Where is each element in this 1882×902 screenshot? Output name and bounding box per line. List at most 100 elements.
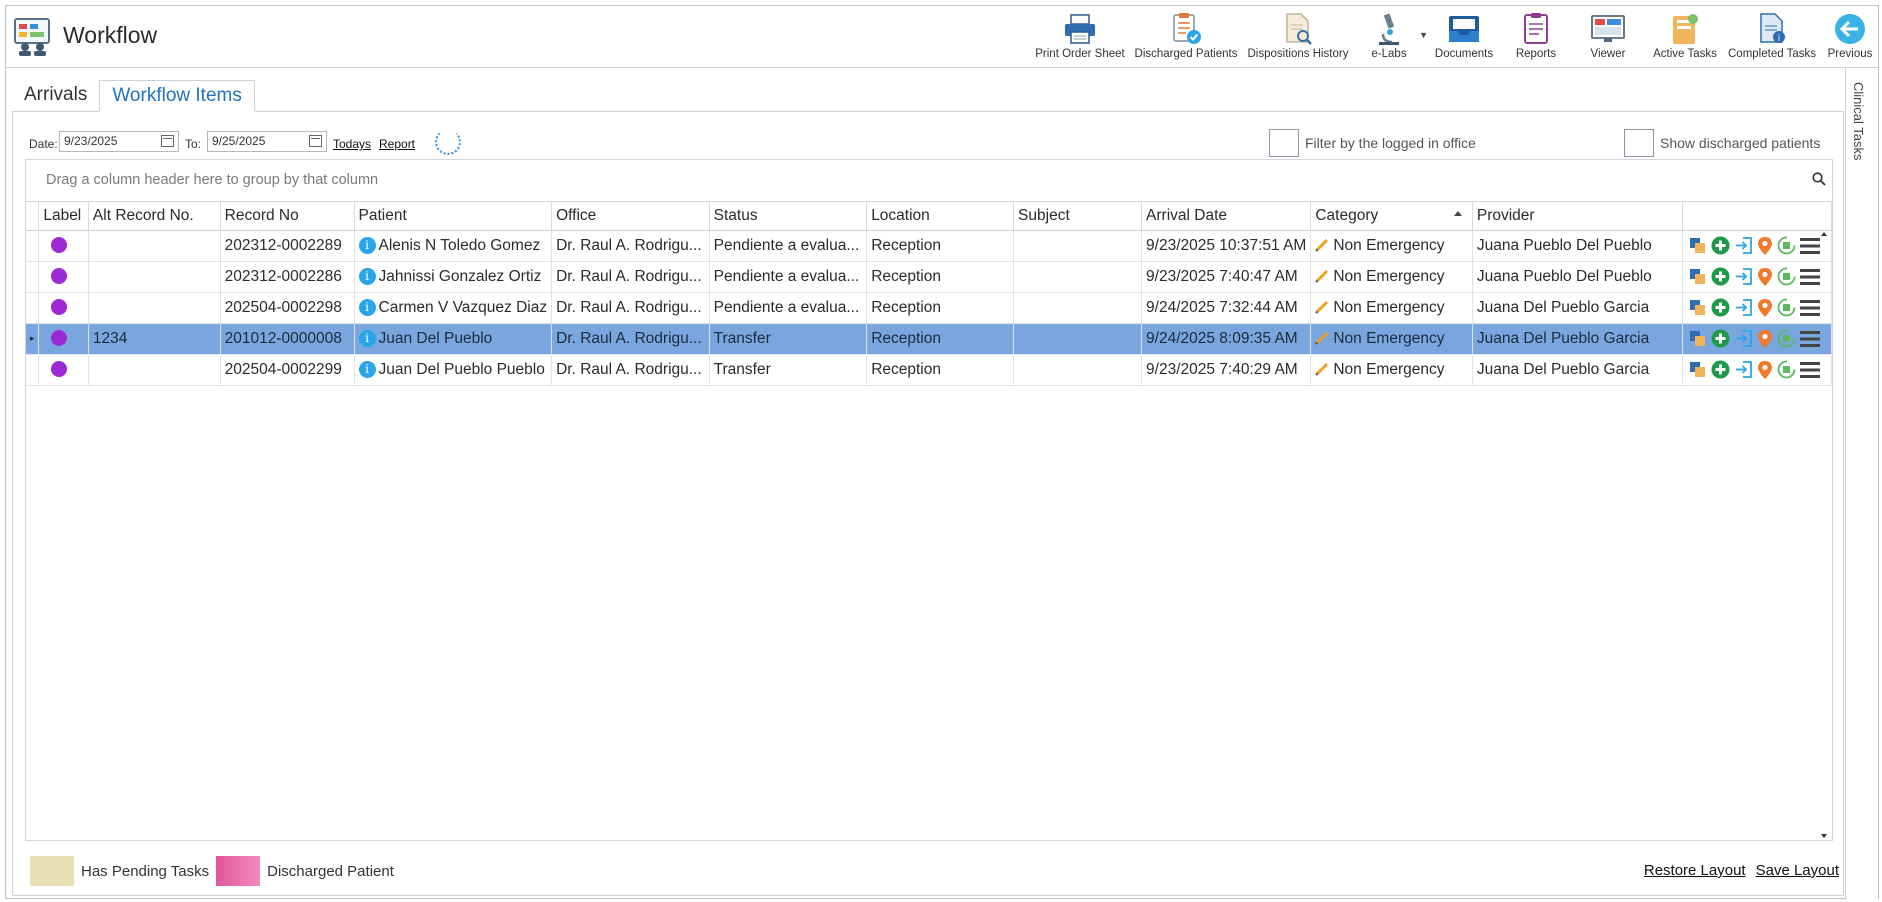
history-refresh-icon[interactable] [1777,267,1796,286]
copy-records-icon[interactable] [1689,237,1707,255]
location-pin-icon[interactable] [1757,360,1773,380]
add-circle-icon[interactable] [1711,236,1730,255]
documents-button[interactable]: Documents [1424,6,1504,68]
report-link[interactable]: Report [379,137,415,151]
previous-button[interactable]: Previous [1822,6,1878,68]
column-header-category[interactable]: Category [1310,202,1473,231]
location-pin-icon[interactable] [1757,329,1773,349]
provider-cell: Juana Pueblo Del Pueblo [1472,230,1683,262]
checkbox-box[interactable] [1624,129,1654,157]
history-refresh-icon[interactable] [1777,236,1796,255]
add-circle-icon[interactable] [1711,267,1730,286]
column-header-patient[interactable]: Patient [354,202,553,231]
active-tasks-button[interactable]: Active Tasks [1648,6,1722,68]
add-circle-icon[interactable] [1711,329,1730,348]
sign-in-icon[interactable] [1734,360,1753,379]
refresh-icon[interactable] [435,129,461,155]
e-labs-button[interactable]: e-Labs ▼ [1354,6,1428,68]
discharged-patients-button[interactable]: Discharged Patients [1130,6,1242,68]
save-layout-link[interactable]: Save Layout [1756,862,1839,879]
search-icon[interactable] [1812,172,1826,186]
reports-button[interactable]: Reports [1504,6,1568,68]
sign-in-icon[interactable] [1734,329,1753,348]
history-refresh-icon[interactable] [1777,329,1796,348]
show-discharged-checkbox[interactable]: Show discharged patients [1624,129,1820,157]
sign-in-icon[interactable] [1734,267,1753,286]
category-cell: Non Emergency [1310,230,1473,262]
viewer-button[interactable]: Viewer [1568,6,1648,68]
patient-name: Juan Del Pueblo [378,329,493,347]
row-indicator-header [26,202,40,231]
scroll-up-arrow-icon[interactable] [1821,232,1827,236]
column-header-status[interactable]: Status [709,202,868,231]
clinical-tasks-side-tab[interactable]: Clinical Tasks [1845,68,1878,900]
calendar-icon[interactable] [309,135,322,147]
table-row[interactable]: 202312-0002286 i Jahnissi Gonzalez Ortiz Dr… [26,261,1832,293]
completed-tasks-button[interactable]: i Completed Tasks [1722,6,1822,68]
todays-link[interactable]: Todays [333,137,371,151]
filter-office-label: Filter by the logged in office [1305,135,1476,151]
sign-in-icon[interactable] [1734,298,1753,317]
history-refresh-icon[interactable] [1777,360,1796,379]
tab-arrivals[interactable]: Arrivals [12,80,99,112]
print-order-sheet-button[interactable]: Print Order Sheet [1030,6,1130,68]
column-header-arrival-date[interactable]: Arrival Date [1141,202,1312,231]
add-circle-icon[interactable] [1711,298,1730,317]
filter-office-checkbox[interactable]: Filter by the logged in office [1269,129,1476,157]
app-window: Workflow Print Order Sheet Discharged Pat… [5,5,1879,900]
patient-info-icon[interactable]: i [358,329,376,347]
dispositions-history-button[interactable]: Dispositions History [1242,6,1354,68]
history-refresh-icon[interactable] [1777,298,1796,317]
restore-layout-link[interactable]: Restore Layout [1644,862,1746,879]
add-circle-icon[interactable] [1711,360,1730,379]
table-row[interactable]: 202504-0002299 i Juan Del Pueblo Pueblo Dr.… [26,354,1832,386]
alt-record-cell [88,230,221,262]
date-from-field[interactable]: 9/23/2025 [59,131,179,152]
location-pin-icon[interactable] [1757,236,1773,256]
copy-records-icon[interactable] [1689,299,1707,317]
vertical-scrollbar[interactable] [1816,230,1832,840]
column-header-record-no[interactable]: Record No [220,202,355,231]
category-cell: Non Emergency [1310,292,1473,324]
table-row[interactable]: 202312-0002289 i Alenis N Toledo Gomez Dr. … [26,230,1832,262]
column-header-provider[interactable]: Provider [1472,202,1683,231]
label-cell [38,354,89,386]
table-row[interactable]: 202504-0002298 i Carmen V Vazquez Diaz Dr. … [26,292,1832,324]
column-header-subject[interactable]: Subject [1013,202,1143,231]
documents-button-label: Documents [1434,48,1494,60]
filter-bar: Date: 9/23/2025 To: 9/25/2025 Todays Rep… [13,112,1843,158]
patient-info-icon[interactable]: i [358,360,376,378]
date-to-field[interactable]: 9/25/2025 [207,131,327,152]
copy-records-icon[interactable] [1689,361,1707,379]
tab-workflow-items[interactable]: Workflow Items [99,80,255,112]
sign-in-icon[interactable] [1734,236,1753,255]
header: Workflow Print Order Sheet Discharged Pat… [6,6,1878,68]
copy-records-icon[interactable] [1689,330,1707,348]
checkbox-box[interactable] [1269,129,1299,157]
tab-strip: Arrivals Workflow Items [12,80,255,112]
column-header-alt-record[interactable]: Alt Record No. [88,202,221,231]
column-header-office[interactable]: Office [551,202,710,231]
sort-ascending-icon [1453,211,1462,216]
previous-button-label: Previous [1827,48,1873,60]
patient-info-icon[interactable]: i [358,298,376,316]
table-row[interactable]: ▸ 1234 201012-0000008 i Juan Del Pueblo Dr. R… [26,323,1832,355]
provider-cell: Juana Del Pueblo Garcia [1472,323,1683,355]
column-header-location[interactable]: Location [866,202,1015,231]
scroll-down-arrow-icon[interactable] [1821,834,1827,838]
discharged-patient-legend-label: Discharged Patient [267,862,394,880]
patient-info-icon[interactable]: i [358,236,376,254]
patient-info-icon[interactable]: i [358,267,376,285]
copy-records-icon[interactable] [1689,268,1707,286]
viewer-button-label: Viewer [1590,48,1626,60]
workflow-logo-icon [14,18,50,56]
group-by-panel[interactable]: Drag a column header here to group by th… [25,159,1833,201]
group-by-hint: Drag a column header here to group by th… [46,172,379,188]
provider-cell: Juana Del Pueblo Garcia [1472,354,1683,386]
location-pin-icon[interactable] [1757,267,1773,287]
location-pin-icon[interactable] [1757,298,1773,318]
label-dot-icon [51,268,68,285]
calendar-icon[interactable] [161,135,174,147]
row-indicator [26,354,40,386]
column-header-label[interactable]: Label [38,202,89,231]
